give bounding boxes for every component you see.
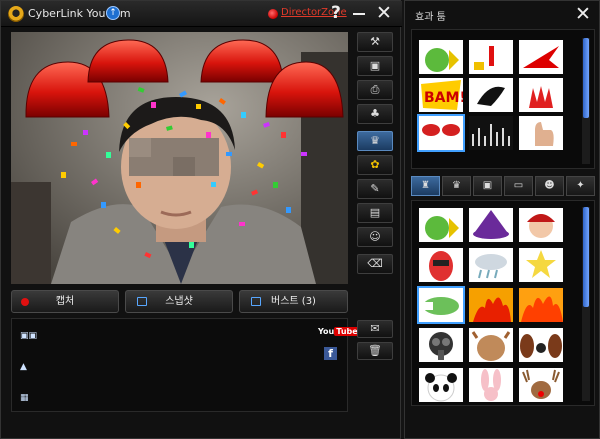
burst-button[interactable]: 버스트 (3) (239, 290, 348, 313)
effect-thumb-selected[interactable] (417, 286, 465, 324)
effect-thumb[interactable] (519, 288, 563, 322)
youcam-logo-icon (8, 6, 24, 22)
person-add-icon: ☺ (369, 230, 381, 243)
effect-thumb[interactable] (419, 208, 463, 242)
snapshot-button[interactable]: 스냅샷 (125, 290, 233, 313)
svg-text:BAM!: BAM! (424, 90, 463, 106)
effects-title: 효과 툼 (415, 12, 446, 23)
effect-thumb[interactable] (519, 78, 563, 112)
youtube-button[interactable]: You Tube (318, 327, 360, 336)
tab-magic[interactable]: ✦ (566, 176, 595, 196)
video-filter-icon[interactable]: ▦ (20, 393, 32, 403)
effect-thumb[interactable] (469, 248, 513, 282)
particle-button[interactable]: ✿ (357, 155, 393, 175)
camera-switch-button[interactable]: ⎙ (357, 80, 393, 100)
effect-thumb[interactable] (419, 40, 463, 74)
eraser-icon: ⌫ (367, 257, 383, 270)
effect-thumb[interactable] (519, 248, 563, 282)
avatar-add-icon: ♣ (370, 107, 380, 120)
effect-thumb[interactable] (469, 78, 513, 112)
face-icon: ☻ (544, 180, 555, 191)
frame-icon: ▤ (369, 206, 381, 219)
effects-top-panel: BAM! (411, 29, 595, 169)
avatar-icon: ♛ (452, 180, 461, 191)
frame-button[interactable]: ▤ (357, 203, 393, 223)
effect-thumb[interactable] (469, 40, 513, 74)
top-panel-scroll-thumb[interactable] (583, 38, 589, 118)
magic-icon: ✦ (576, 180, 585, 191)
main-window: CyberLink YouCam ↑ DirectorZone ? ✕ ⚒ ▣ … (0, 0, 402, 439)
facebook-button[interactable]: f (324, 347, 337, 360)
app-root: CyberLink YouCam ↑ DirectorZone ? ✕ ⚒ ▣ … (0, 0, 600, 439)
effect-thumb[interactable] (469, 368, 513, 402)
fullscreen-button[interactable]: ▣ (357, 56, 393, 76)
settings-tool-button[interactable]: ⚒ (357, 32, 393, 52)
frame-icon: ▣ (482, 180, 493, 191)
effect-thumb[interactable] (519, 116, 563, 150)
capture-button[interactable]: 캡처 (11, 290, 119, 313)
email-button[interactable]: ✉ (357, 320, 393, 338)
effects-bottom-panel (411, 200, 595, 406)
flower-icon: ✿ (370, 158, 380, 171)
trash-icon: 🗑 (368, 344, 382, 357)
tab-frame[interactable]: ▣ (473, 176, 502, 196)
delete-button[interactable]: 🗑 (357, 342, 393, 360)
snapshot-label: 스냅샷 (165, 296, 193, 307)
eraser-button[interactable]: ⌫ (357, 254, 393, 274)
burst-icon (251, 297, 261, 306)
bottom-panel-scrollbar[interactable] (582, 207, 590, 401)
effect-thumb[interactable] (469, 116, 513, 150)
pencil-icon: ✎ (370, 182, 380, 195)
title-bar[interactable]: CyberLink YouCam ↑ DirectorZone ? ✕ (1, 1, 402, 27)
effect-thumb[interactable] (519, 208, 563, 242)
tab-particle[interactable]: ▭ (504, 176, 533, 196)
effect-thumb[interactable] (519, 40, 563, 74)
face-tracking-button[interactable]: ☺ (357, 227, 393, 247)
effects-close-button[interactable]: ✕ (575, 3, 591, 25)
tools-icon: ⚒ (370, 35, 380, 48)
camera-scene (11, 32, 348, 284)
scene-icon: ♜ (421, 180, 430, 191)
effect-thumb[interactable] (419, 368, 463, 402)
burst-label: 버스트 (3) (271, 296, 316, 307)
effect-thumb-selected[interactable] (417, 114, 465, 152)
add-avatar-button[interactable]: ♣ (357, 104, 393, 124)
draw-button[interactable]: ✎ (357, 179, 393, 199)
effect-thumb[interactable] (519, 328, 563, 362)
media-gallery: ▣▣ ▲ ▦ You Tube f (11, 318, 360, 412)
particle-icon: ▭ (513, 180, 524, 191)
effects-button[interactable]: ♛ (357, 131, 393, 151)
effect-thumb[interactable] (469, 208, 513, 242)
fullscreen-icon: ▣ (369, 59, 381, 72)
update-icon[interactable]: ↑ (106, 6, 120, 20)
tab-scene[interactable]: ♜ (411, 176, 440, 196)
minimize-button[interactable] (353, 13, 365, 15)
effect-thumb[interactable] (469, 288, 513, 322)
record-icon (21, 298, 29, 306)
top-panel-scrollbar[interactable] (582, 38, 590, 164)
camera-icon: ⎙ (370, 83, 380, 96)
effects-tabs: ♜ ♛ ▣ ▭ ☻ ✦ (411, 176, 595, 196)
tab-face[interactable]: ☻ (535, 176, 564, 196)
effect-thumb[interactable] (419, 248, 463, 282)
bottom-panel-scroll-thumb[interactable] (583, 207, 589, 307)
effect-thumb[interactable] (469, 328, 513, 362)
snapshot-icon (137, 297, 147, 306)
directorzone-icon (268, 9, 278, 19)
effect-thumb[interactable]: BAM! (419, 78, 463, 112)
all-media-icon[interactable]: ▣▣ (20, 331, 37, 341)
camera-preview (11, 32, 348, 284)
effects-window: 효과 툼 ✕ BAM! ♜ ♛ ▣ ▭ ☻ ✦ (404, 0, 600, 439)
mail-icon: ✉ (370, 322, 380, 335)
help-button[interactable]: ? (331, 3, 341, 23)
effect-thumb[interactable] (519, 368, 563, 402)
tab-avatar[interactable]: ♛ (442, 176, 471, 196)
effect-thumb[interactable] (419, 328, 463, 362)
close-button[interactable]: ✕ (376, 3, 392, 23)
photo-filter-icon[interactable]: ▲ (20, 362, 32, 372)
capture-label: 캡처 (55, 296, 75, 307)
effects-icon: ♛ (370, 134, 380, 147)
